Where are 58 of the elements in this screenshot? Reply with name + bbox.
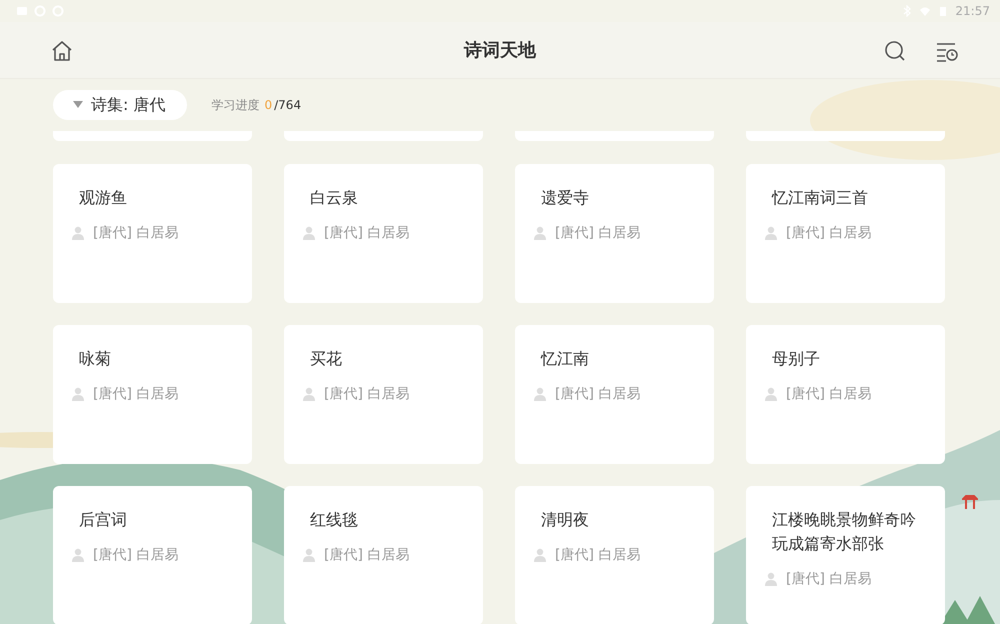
person-icon: [764, 226, 778, 240]
search-icon[interactable]: [883, 39, 907, 63]
poem-title: 遗爱寺: [541, 187, 590, 209]
progress-total: /764: [274, 98, 302, 112]
person-icon: [71, 548, 85, 562]
person-icon: [764, 387, 778, 401]
person-icon: [302, 226, 316, 240]
poem-author: [唐代] 白居易: [555, 385, 640, 403]
person-icon: [71, 387, 85, 401]
poem-card[interactable]: 遗爱寺 [唐代] 白居易: [515, 164, 714, 303]
person-icon: [302, 387, 316, 401]
person-icon: [71, 226, 85, 240]
poem-title: 忆江南词三首: [772, 187, 869, 209]
person-icon: [533, 387, 547, 401]
pagoda-icon: [962, 494, 978, 510]
poem-title: 咏菊: [79, 348, 112, 370]
poem-card[interactable]: 江楼晚眺景物鲜奇吟玩成篇寄水部张 [唐代] 白居易: [746, 486, 945, 624]
home-icon[interactable]: [50, 39, 74, 63]
poem-card[interactable]: 买花 [唐代] 白居易: [284, 325, 483, 464]
person-icon: [302, 548, 316, 562]
poem-card[interactable]: 后宫词 [唐代] 白居易: [53, 486, 252, 624]
poem-card[interactable]: 清明夜 [唐代] 白居易: [515, 486, 714, 624]
poem-title: 忆江南: [541, 348, 590, 370]
poem-title: 观游鱼: [79, 187, 128, 209]
poem-author: [唐代] 白居易: [324, 385, 410, 403]
poem-author: [唐代] 白居易: [786, 224, 872, 242]
poem-card[interactable]: 忆江南词三首 [唐代] 白居易: [746, 164, 945, 303]
poem-title: 后宫词: [79, 509, 128, 531]
poem-author: [唐代] 白居易: [555, 224, 640, 242]
poem-author: [唐代] 白居易: [555, 546, 640, 564]
poem-card[interactable]: 观游鱼 [唐代] 白居易: [53, 164, 252, 303]
poem-card[interactable]: 忆江南 [唐代] 白居易: [515, 325, 714, 464]
poem-author: [唐代] 白居易: [786, 570, 872, 588]
caret-icon: [73, 101, 83, 109]
poem-author: [唐代] 白居易: [324, 224, 410, 242]
progress-done: 0: [264, 98, 272, 112]
poem-title: 买花: [310, 348, 343, 370]
poem-title: 江楼晚眺景物鲜奇吟玩成篇寄水部张: [772, 509, 917, 555]
poem-author: [唐代] 白居易: [324, 546, 410, 564]
poem-title: 母别子: [772, 348, 821, 370]
poem-title: 红线毯: [310, 509, 359, 531]
status-time: 21:57: [955, 4, 990, 18]
poem-card[interactable]: 母别子 [唐代] 白居易: [746, 325, 945, 464]
person-icon: [533, 548, 547, 562]
person-icon: [533, 226, 547, 240]
person-icon: [764, 572, 778, 586]
poem-author: [唐代] 白居易: [93, 546, 178, 564]
poem-author: [唐代] 白居易: [786, 385, 872, 403]
poem-author: [唐代] 白居易: [93, 385, 178, 403]
progress-label: 学习进度: [211, 96, 260, 114]
collection-dropdown[interactable]: 诗集: 唐代: [53, 90, 188, 120]
poem-title: 白云泉: [310, 187, 359, 209]
poem-author: [唐代] 白居易: [93, 224, 178, 242]
poem-card[interactable]: 咏菊 [唐代] 白居易: [53, 325, 252, 464]
poem-card[interactable]: 红线毯 [唐代] 白居易: [284, 486, 483, 624]
app-title: 诗词天地: [464, 39, 536, 62]
poem-title: 清明夜: [541, 509, 590, 531]
poem-card[interactable]: 白云泉 [唐代] 白居易: [284, 164, 483, 303]
